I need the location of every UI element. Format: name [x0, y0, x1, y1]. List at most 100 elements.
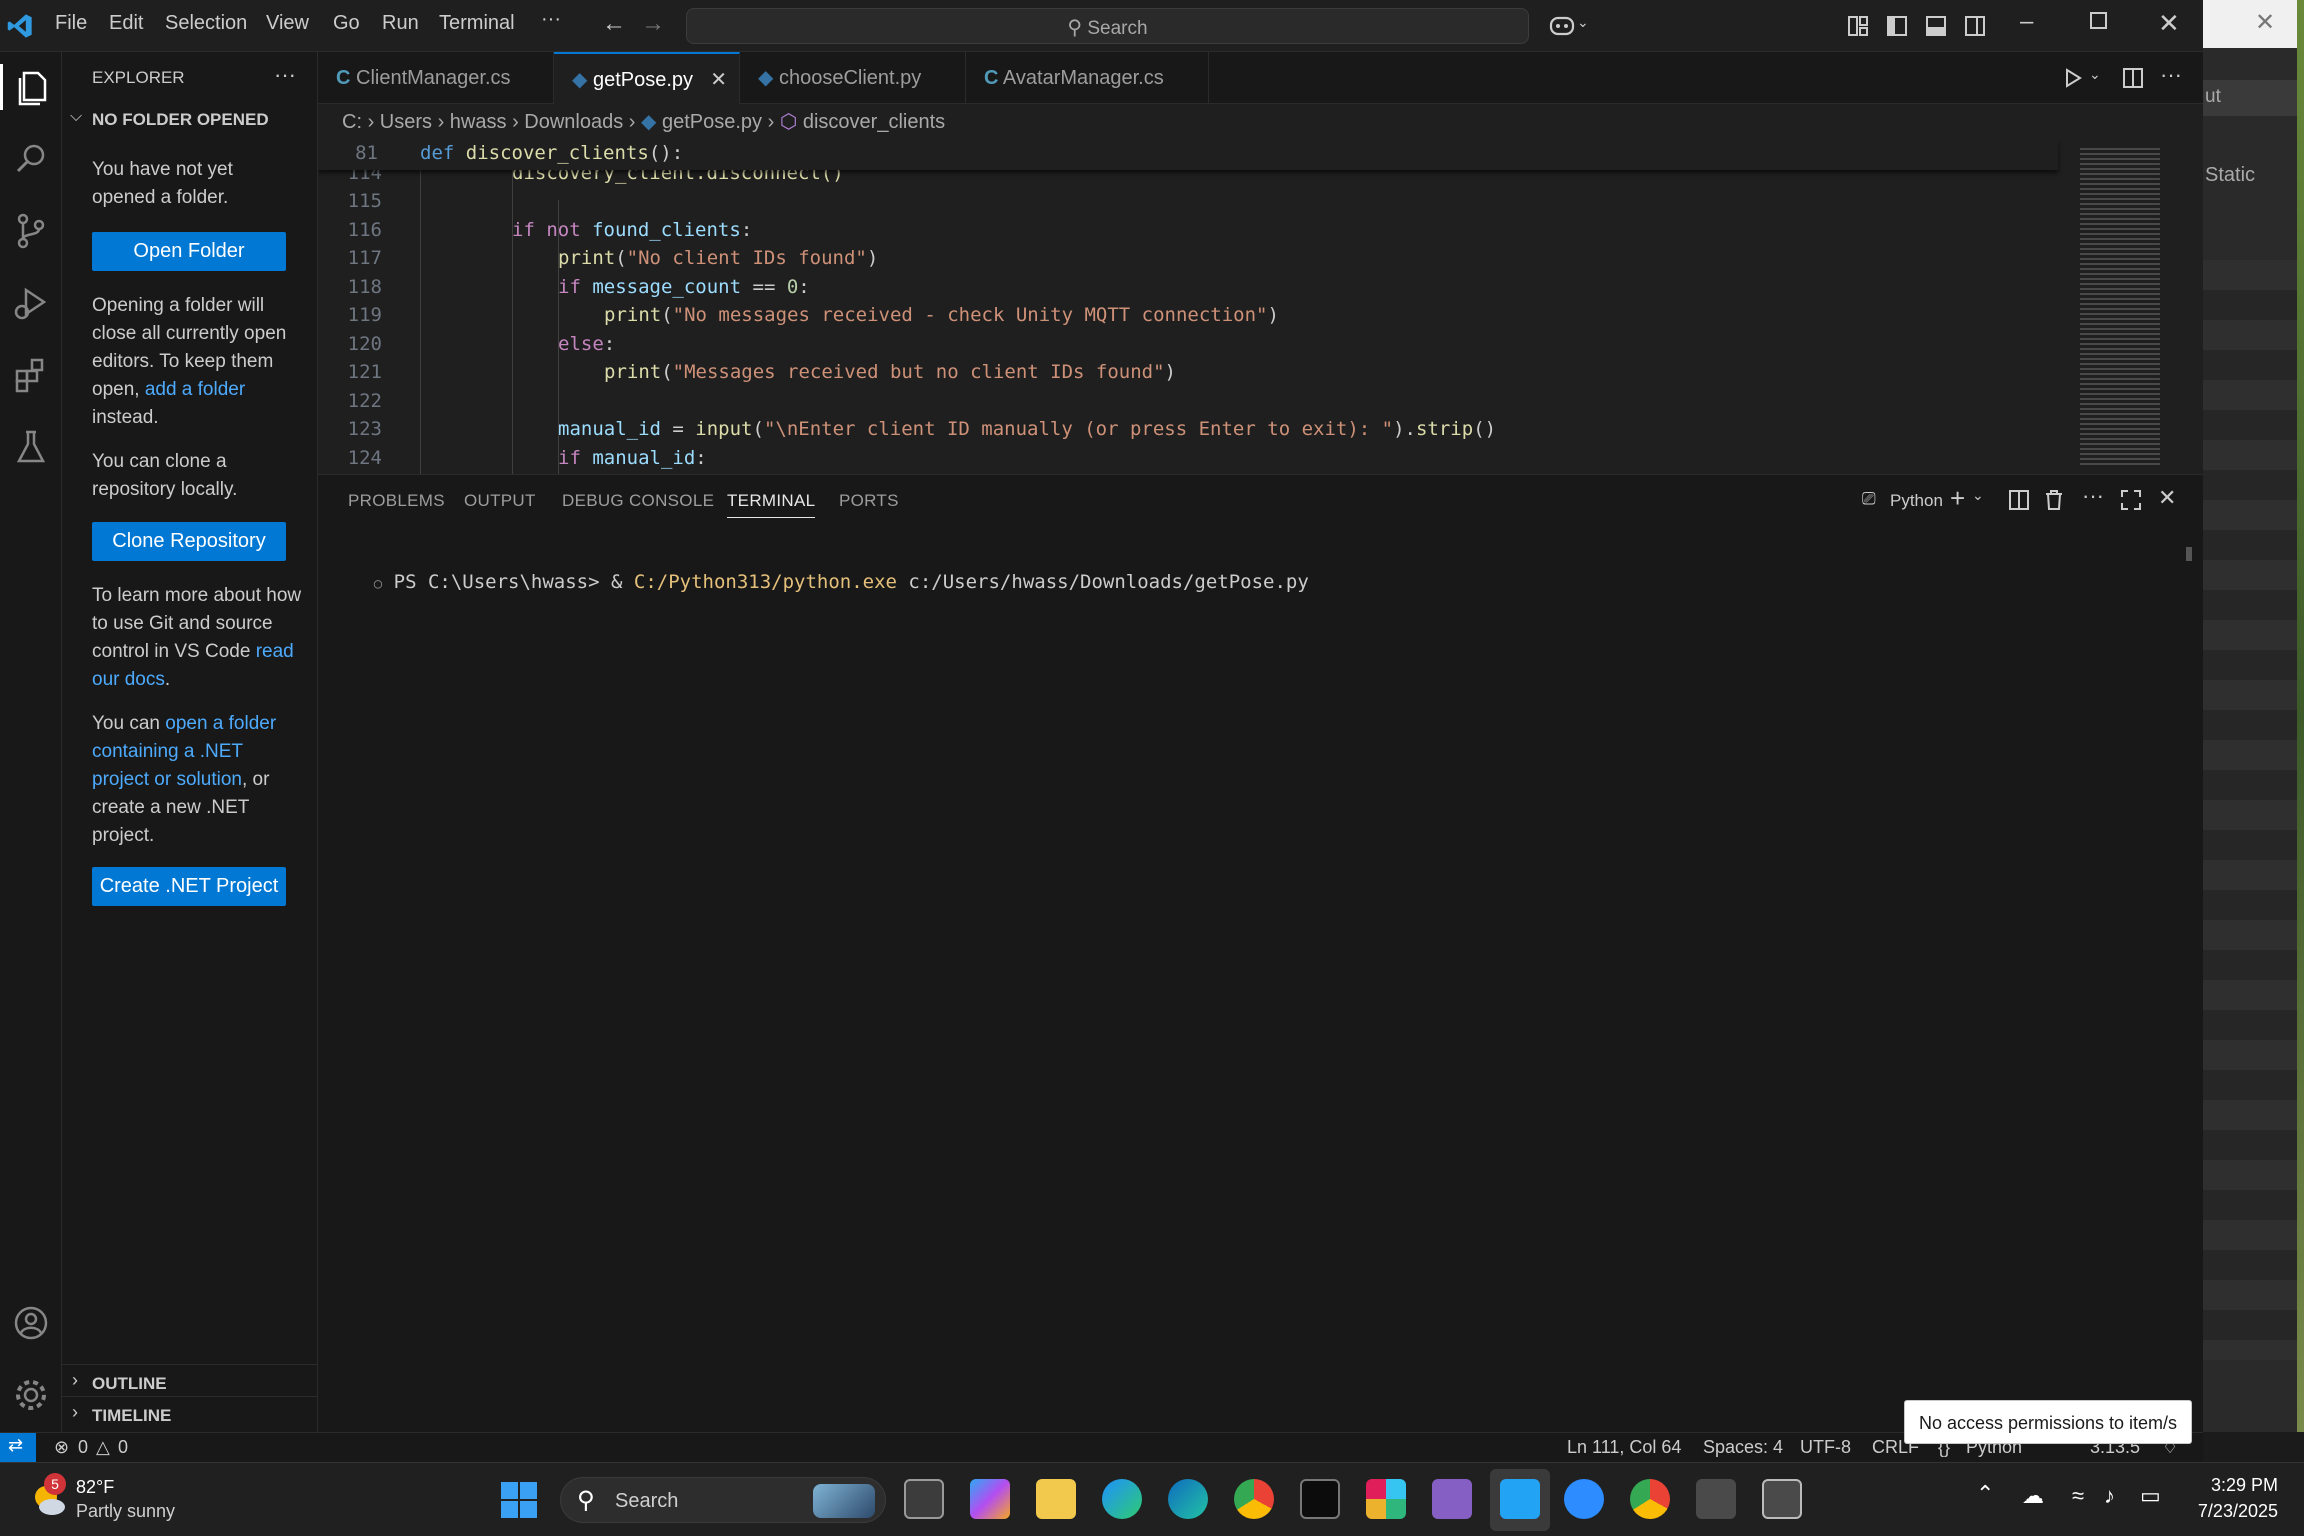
breadcrumb-users[interactable]: Users	[380, 111, 432, 133]
panel-more-icon[interactable]: ···	[2082, 483, 2104, 509]
close-tab-icon[interactable]: ✕	[710, 54, 727, 106]
onedrive-error-icon[interactable]: ☁	[2022, 1483, 2044, 1509]
menu-go[interactable]: Go	[333, 12, 360, 35]
copilot-icon[interactable]	[1548, 13, 1576, 39]
split-editor-icon[interactable]	[2122, 67, 2144, 89]
tab-avatarmanager[interactable]: C AvatarManager.cs	[966, 52, 1209, 104]
new-terminal-icon[interactable]: +	[1950, 483, 1965, 514]
cursor-position[interactable]: Ln 111, Col 64	[1567, 1437, 1681, 1458]
task-view-icon[interactable]	[904, 1479, 944, 1519]
terminal-dropdown-icon[interactable]: ⌄	[1972, 487, 1984, 504]
close-panel-icon[interactable]: ✕	[2158, 485, 2176, 511]
indentation[interactable]: Spaces: 4	[1703, 1437, 1783, 1458]
breadcrumb-drive[interactable]: C:	[342, 111, 362, 133]
terminal-app-icon[interactable]	[1300, 1479, 1340, 1519]
code-editor[interactable]: 81 def discover_clients(): 114 discovery…	[318, 140, 2203, 474]
chevron-up-icon[interactable]: ⌃	[1976, 1481, 1994, 1507]
menu-view[interactable]: View	[266, 12, 309, 35]
vscode-logo-icon[interactable]	[6, 12, 34, 40]
sidebar-more-icon[interactable]: ···	[274, 62, 296, 88]
minimap[interactable]	[2070, 140, 2190, 474]
file-explorer-icon[interactable]	[1036, 1479, 1076, 1519]
panel-tab-terminal[interactable]: TERMINAL	[727, 491, 816, 518]
sticky-scroll[interactable]: 81 def discover_clients():	[318, 140, 2058, 170]
menu-run[interactable]: Run	[382, 12, 419, 35]
terminal-output[interactable]: ○ PS C:\Users\hwass> & C:/Python313/pyth…	[328, 549, 1309, 615]
timeline-section[interactable]: TIMELINE	[92, 1406, 171, 1426]
windows-start-icon[interactable]	[500, 1481, 538, 1519]
breadcrumb-symbol[interactable]: discover_clients	[803, 111, 945, 133]
weather-desc[interactable]: Partly sunny	[76, 1501, 175, 1522]
tab-clientmanager[interactable]: C ClientManager.cs	[318, 52, 554, 104]
run-python-icon[interactable]	[2063, 68, 2083, 88]
chevron-right-icon[interactable]: ›	[72, 1370, 78, 1391]
testing-activity[interactable]	[8, 424, 54, 470]
open-folder-button[interactable]: Open Folder	[92, 232, 286, 271]
volume-icon[interactable]: ♪	[2104, 1483, 2115, 1509]
toggle-secondary-sidebar-icon[interactable]	[1964, 15, 1986, 37]
edge-icon[interactable]	[1102, 1479, 1142, 1519]
search-activity[interactable]	[8, 136, 54, 182]
breadcrumb-downloads[interactable]: Downloads	[524, 111, 623, 133]
close-window-icon[interactable]: ✕	[2158, 8, 2180, 39]
forward-arrow-icon[interactable]: →	[641, 10, 665, 38]
maximize-panel-icon[interactable]	[2120, 489, 2142, 511]
edge-dev-icon[interactable]	[1168, 1479, 1208, 1519]
error-count[interactable]: 0	[78, 1437, 88, 1458]
section-header[interactable]: NO FOLDER OPENED	[92, 110, 269, 130]
tab-getpose[interactable]: ◆ getPose.py ✕	[554, 52, 740, 104]
visual-studio-icon[interactable]	[1432, 1479, 1472, 1519]
weather-temp[interactable]: 82°F	[76, 1477, 114, 1498]
clock-time[interactable]: 3:29 PM	[2192, 1475, 2278, 1496]
chevron-right-icon[interactable]: ›	[72, 1402, 78, 1423]
accounts-activity[interactable]	[8, 1300, 54, 1346]
copilot-app-icon[interactable]	[970, 1479, 1010, 1519]
manage-activity[interactable]	[8, 1372, 54, 1418]
panel-tab-output[interactable]: OUTPUT	[464, 491, 536, 511]
zoom-icon[interactable]	[1564, 1479, 1604, 1519]
minimize-icon[interactable]: –	[2020, 8, 2033, 36]
toggle-primary-sidebar-icon[interactable]	[1886, 15, 1908, 37]
source-control-activity[interactable]	[8, 208, 54, 254]
remote-indicator[interactable]: ⇄	[0, 1433, 36, 1463]
menu-file[interactable]: File	[55, 12, 87, 35]
menu-edit[interactable]: Edit	[109, 12, 143, 35]
unity-hub-icon[interactable]	[1696, 1479, 1736, 1519]
run-debug-activity[interactable]	[8, 280, 54, 326]
add-folder-link[interactable]: add a folder	[145, 379, 245, 400]
menu-terminal[interactable]: Terminal	[439, 12, 515, 35]
chevron-down-icon[interactable]: ⌵	[70, 108, 82, 126]
customize-layout-icon[interactable]	[1847, 15, 1869, 37]
copilot-dropdown-icon[interactable]: ⌄	[1577, 14, 1589, 31]
panel-tab-debug-console[interactable]: DEBUG CONSOLE	[562, 491, 714, 511]
warning-count[interactable]: 0	[118, 1437, 128, 1458]
menu-more[interactable]: ···	[541, 8, 561, 31]
trash-icon[interactable]	[2044, 489, 2064, 511]
create-dotnet-project-button[interactable]: Create .NET Project	[92, 867, 286, 906]
maximize-icon[interactable]	[2090, 12, 2107, 29]
breadcrumb-file[interactable]: getPose.py	[662, 111, 762, 133]
split-terminal-icon[interactable]	[2008, 489, 2030, 511]
menu-selection[interactable]: Selection	[165, 12, 247, 35]
panel-tab-ports[interactable]: PORTS	[839, 491, 899, 511]
clock-date[interactable]: 7/23/2025	[2180, 1501, 2278, 1522]
explorer-activity[interactable]	[0, 64, 62, 110]
breadcrumb-hwass[interactable]: hwass	[450, 111, 507, 133]
unity-icon[interactable]	[1762, 1479, 1802, 1519]
wifi-icon[interactable]: ≈	[2072, 1483, 2084, 1509]
clone-repository-button[interactable]: Clone Repository	[92, 522, 286, 561]
tab-chooseclient[interactable]: ◆ chooseClient.py	[740, 52, 966, 104]
encoding[interactable]: UTF-8	[1800, 1437, 1851, 1458]
terminal-scrollbar[interactable]	[2186, 547, 2192, 561]
command-center[interactable]: ⚲ Search	[686, 8, 1529, 44]
editor-more-icon[interactable]: ···	[2160, 62, 2182, 88]
vscode-taskbar-icon[interactable]	[1500, 1479, 1540, 1519]
panel-tab-problems[interactable]: PROBLEMS	[348, 491, 445, 511]
bg-window-close-icon[interactable]: ✕	[2255, 8, 2275, 37]
taskbar-search[interactable]: ⚲ Search	[560, 1477, 886, 1523]
chrome-profile-icon[interactable]	[1630, 1479, 1670, 1519]
battery-icon[interactable]: ▭	[2140, 1483, 2161, 1509]
slack-icon[interactable]	[1366, 1479, 1406, 1519]
chrome-icon[interactable]	[1234, 1479, 1274, 1519]
toggle-panel-icon[interactable]	[1925, 15, 1947, 37]
